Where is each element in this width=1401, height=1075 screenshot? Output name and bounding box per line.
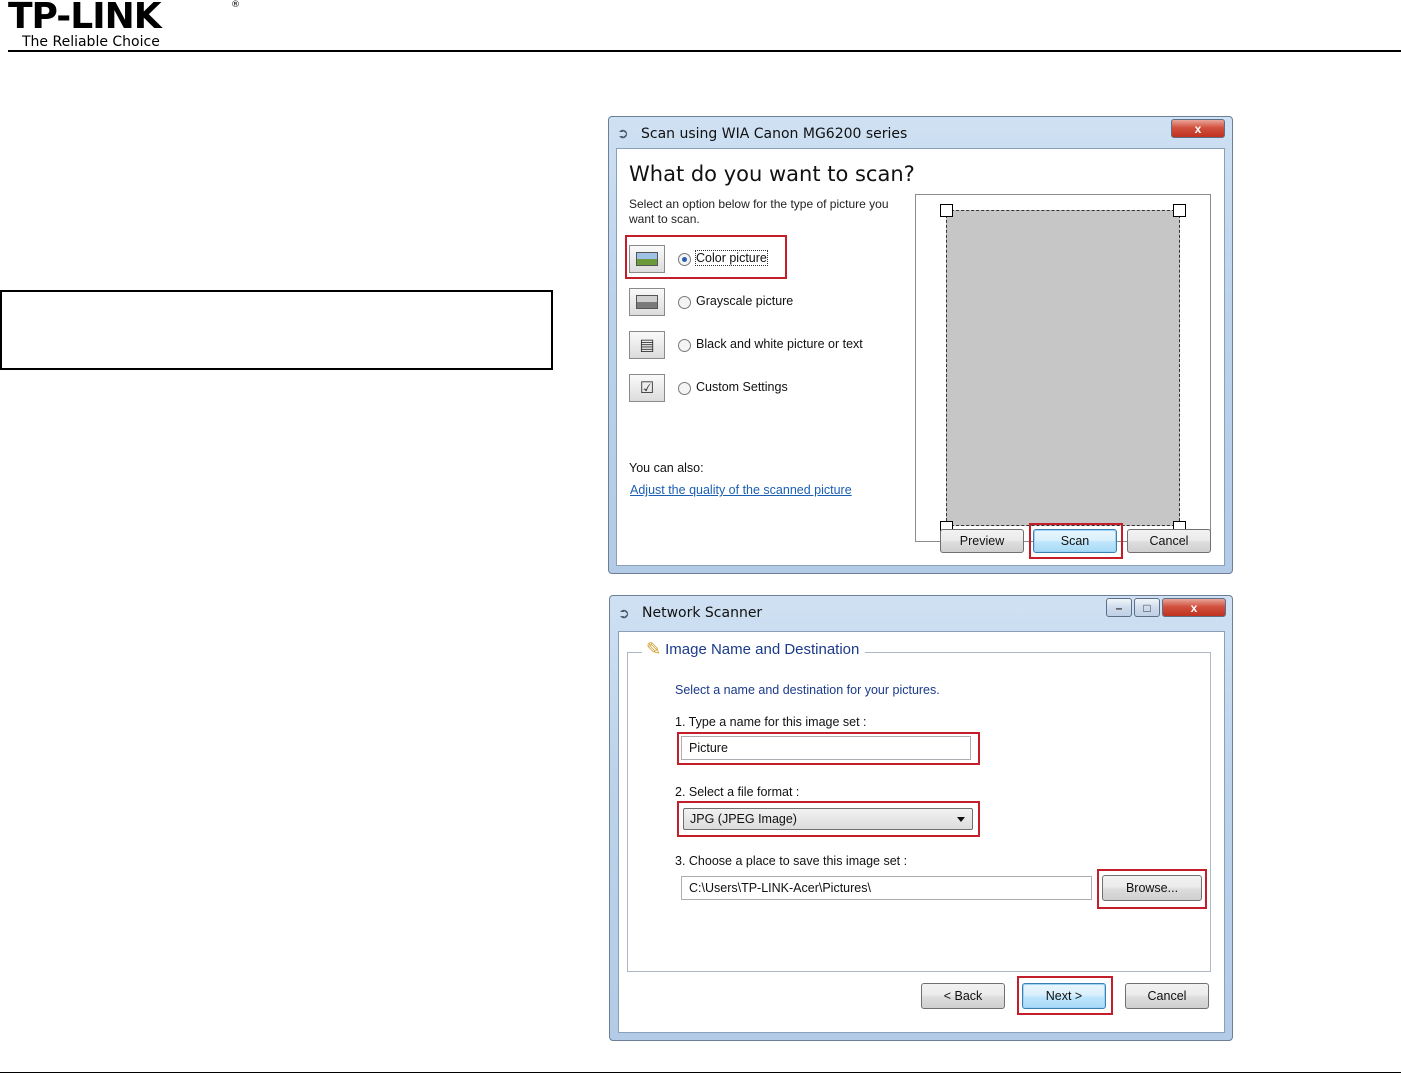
scan-selection-area[interactable] xyxy=(946,210,1180,526)
black-white-radio[interactable] xyxy=(678,339,691,352)
landscape-icon xyxy=(636,295,658,309)
name-input-highlight xyxy=(677,732,980,765)
scan-description: Select an option below for the type of p… xyxy=(629,197,889,226)
destination-subtitle: Select a name and destination for your p… xyxy=(675,683,940,697)
header-divider xyxy=(8,50,1401,52)
grayscale-picture-radio[interactable] xyxy=(678,296,691,309)
custom-settings-icon[interactable]: ☑ xyxy=(629,374,665,402)
minimize-button[interactable]: – xyxy=(1106,598,1132,617)
footer-divider xyxy=(0,1072,1401,1073)
logo-tagline: The Reliable Choice xyxy=(22,34,160,50)
adjust-quality-link[interactable]: Adjust the quality of the scanned pictur… xyxy=(630,483,852,497)
back-button[interactable]: < Back xyxy=(921,983,1005,1009)
option-label-black-white[interactable]: Black and white picture or text xyxy=(696,337,863,351)
tp-link-logo: TP-LINK xyxy=(8,0,162,37)
black-white-picture-icon[interactable]: ▤ xyxy=(629,331,665,359)
network-scanner-client: ✎ Image Name and Destination Select a na… xyxy=(618,631,1225,1033)
section-title: Image Name and Destination xyxy=(665,641,860,658)
format-select-highlight xyxy=(677,801,980,837)
cancel-button[interactable]: Cancel xyxy=(1125,983,1209,1009)
scanner-icon: ➲ xyxy=(617,125,629,141)
scan-preview-pane xyxy=(915,194,1211,542)
browse-button-highlight xyxy=(1097,869,1207,909)
network-scanner-title: Network Scanner xyxy=(642,605,763,621)
maximize-icon: □ xyxy=(1143,600,1151,615)
network-scanner-window: ➲ Network Scanner – □ x ✎ Image Name and… xyxy=(609,595,1233,1041)
minimize-icon: – xyxy=(1115,600,1123,615)
group-header: ✎ Image Name and Destination xyxy=(642,639,866,660)
document-icon: ▤ xyxy=(639,337,655,354)
custom-settings-radio[interactable] xyxy=(678,382,691,395)
save-path-input[interactable]: C:\Users\TP-LINK-Acer\Pictures\ xyxy=(681,876,1092,900)
step1-label: 1. Type a name for this image set : xyxy=(675,715,867,729)
scan-dialog-window: ➲ Scan using WIA Canon MG6200 series x W… xyxy=(608,116,1233,574)
step3-label: 3. Choose a place to save this image set… xyxy=(675,854,908,868)
option-label-custom[interactable]: Custom Settings xyxy=(696,380,788,394)
next-button-highlight xyxy=(1017,976,1113,1015)
close-icon: x xyxy=(1190,600,1198,615)
option-label-grayscale[interactable]: Grayscale picture xyxy=(696,294,793,308)
crop-handle-top-right[interactable] xyxy=(1173,204,1186,217)
scan-dialog-client: What do you want to scan? Select an opti… xyxy=(616,148,1225,566)
cancel-button[interactable]: Cancel xyxy=(1127,529,1211,553)
close-button[interactable]: x xyxy=(1162,598,1226,617)
scan-dialog-title: Scan using WIA Canon MG6200 series xyxy=(641,126,908,142)
grayscale-picture-icon[interactable] xyxy=(629,288,665,316)
scan-heading: What do you want to scan? xyxy=(629,162,915,186)
close-button[interactable]: x xyxy=(1171,119,1225,138)
close-icon: x xyxy=(1194,121,1202,136)
empty-note-box xyxy=(0,290,553,370)
you-can-also-label: You can also: xyxy=(629,461,704,475)
registered-mark: ® xyxy=(231,0,240,10)
scan-button-highlight xyxy=(1029,523,1123,559)
scanner-icon: ➲ xyxy=(618,605,630,621)
color-option-highlight xyxy=(625,235,787,279)
checklist-icon: ☑ xyxy=(639,380,655,397)
folder-icon: ✎ xyxy=(646,639,662,659)
maximize-button[interactable]: □ xyxy=(1134,598,1160,617)
preview-button[interactable]: Preview xyxy=(940,529,1024,553)
step2-label: 2. Select a file format : xyxy=(675,785,800,799)
crop-handle-top-left[interactable] xyxy=(940,204,953,217)
